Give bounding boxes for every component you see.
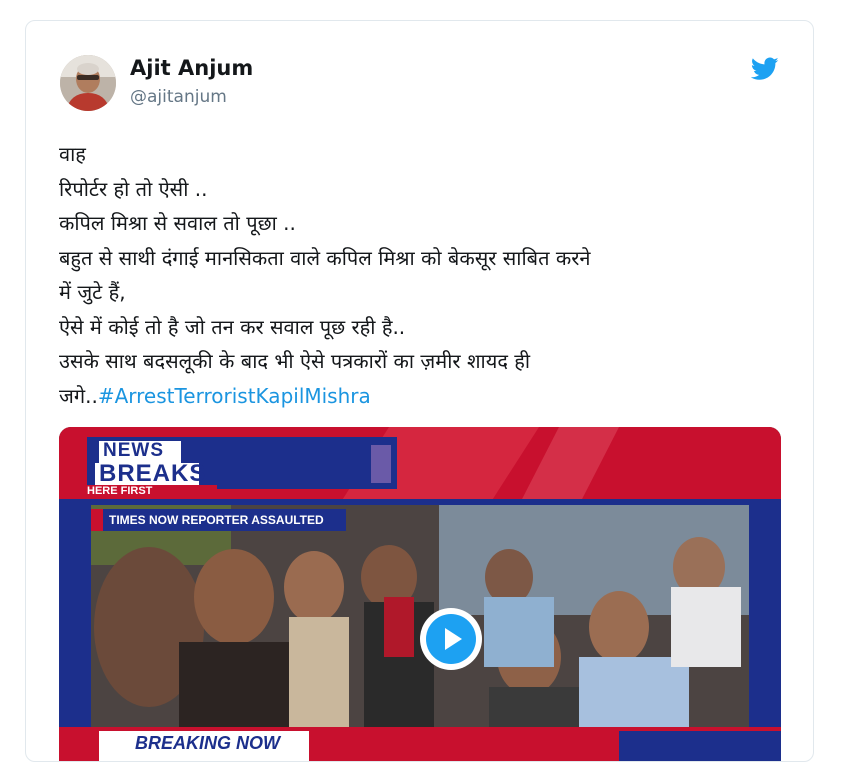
video-headline: TIMES NOW REPORTER ASSAULTED <box>109 513 324 527</box>
channel-logo-news: NEWS <box>103 440 164 461</box>
tweet-line: रिपोर्टर हो तो ऐसी .. <box>59 176 208 201</box>
tweet-line: वाह <box>59 142 86 166</box>
channel-logo-here-first: HERE FIRST <box>87 485 153 497</box>
video-player[interactable]: NEWS BREAKS HERE FIRST TIMES NOW REPORTE… <box>59 427 781 761</box>
hashtag-link[interactable]: #ArrestTerroristKapilMishra <box>98 384 371 408</box>
play-button[interactable] <box>420 608 482 670</box>
twitter-bird-icon[interactable] <box>751 57 779 81</box>
author-name[interactable]: Ajit Anjum <box>130 56 253 80</box>
tweet-line: ऐसे में कोई तो है जो तन कर सवाल पूछ रही … <box>59 314 406 339</box>
play-icon <box>426 614 476 664</box>
author-avatar[interactable] <box>60 55 116 111</box>
tweet-line-last: जगे..#ArrestTerroristKapilMishra <box>59 379 779 414</box>
breaking-ticker: BREAKING NOW <box>135 733 280 753</box>
channel-logo-breaks: BREAKS <box>99 460 207 487</box>
tweet-line: उसके साथ बदसलूकी के बाद भी ऐसे पत्रकारों… <box>59 349 531 373</box>
tweet-line-prefix: जगे.. <box>59 383 98 408</box>
avatar-photo <box>60 55 116 111</box>
play-triangle-icon <box>445 628 462 650</box>
tweet-line: बहुत से साथी दंगाई मानसिकता वाले कपिल मि… <box>59 245 591 270</box>
tweet-line: में जुटे हैं, <box>59 280 126 304</box>
tweet-line: कपिल मिश्रा से सवाल तो पूछा .. <box>59 211 296 235</box>
tweet-text: वाह रिपोर्टर हो तो ऐसी .. कपिल मिश्रा से… <box>59 137 779 413</box>
author-handle[interactable]: @ajitanjum <box>130 87 227 107</box>
tweet-card: Ajit Anjum @ajitanjum वाह रिपोर्टर हो तो… <box>25 20 814 762</box>
